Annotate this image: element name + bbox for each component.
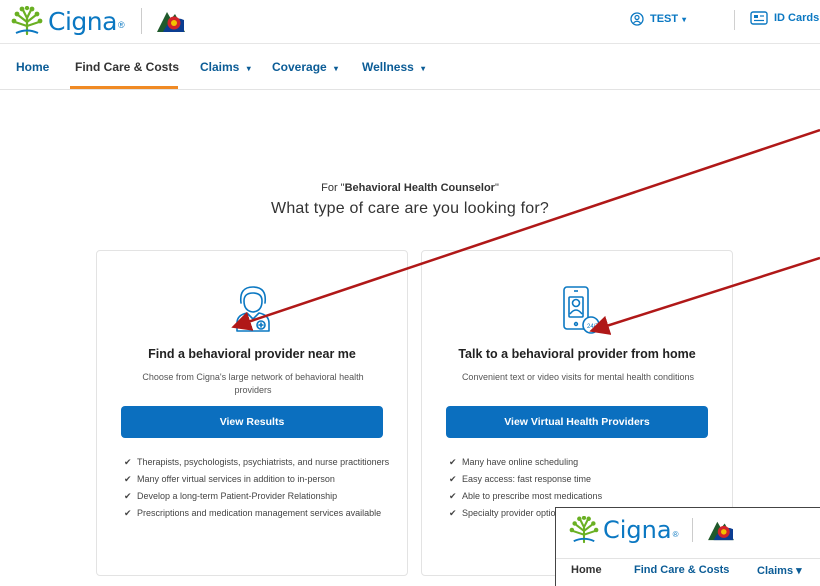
checkmark-icon: ✔ [124,508,132,518]
chevron-down-icon: ▾ [246,64,251,73]
cigna-tree-icon [569,516,599,544]
nav-claims[interactable]: Claims ▾ [200,44,251,90]
nav-home-label: Home [16,60,50,74]
card-title: Talk to a behavioral provider from home [458,347,696,361]
checkmark-icon: ✔ [449,508,457,518]
phone-video-icon: 24/7 [563,286,600,334]
cigna-logo[interactable]: Cigna ® [10,6,188,36]
checkmark-icon: ✔ [124,457,132,467]
list-item: ✔ Develop a long-term Patient-Provider Re… [124,490,394,502]
chevron-down-icon: ▾ [334,64,339,73]
feature-text: Many have online scheduling [462,457,579,467]
search-term-suffix: " [494,182,499,194]
checkmark-icon: ✔ [124,474,132,484]
list-item: ✔ Many offer virtual services in addition… [124,473,394,485]
user-icon [630,12,644,26]
active-tab-indicator [70,86,178,89]
feature-text: Many offer virtual services in addition … [137,474,335,484]
list-item: ✔ Therapists, psychologists, psychiatrist… [124,456,394,468]
list-item: ✔ Prescriptions and medication management… [124,507,394,519]
card-description: Convenient text or video visits for ment… [461,372,695,382]
top-header: Cigna ® TEST ▾ ID Cards [0,0,820,44]
feature-text: Easy access: fast response time [462,474,592,484]
card-title: Find a behavioral provider near me [148,347,356,361]
view-virtual-providers-button[interactable]: View Virtual Health Providers [446,406,708,438]
feature-text: Therapists, psychologists, psychiatrists… [137,457,390,467]
feature-text: Able to prescribe most medications [462,491,603,501]
checkmark-icon: ✔ [124,491,132,501]
feature-list: ✔ Therapists, psychologists, psychiatrist… [124,456,394,524]
search-term: Behavioral Health Counselor [344,182,495,194]
inset-nav-home: Home [571,564,602,576]
id-cards-label: ID Cards [774,12,820,24]
page-question: What type of care are you looking for? [271,200,549,217]
inset-nav-claims: Claims ▾ [757,565,802,577]
inset-screenshot: Cigna ® Home Find Care & Costs Claims ▾ [555,507,820,586]
feature-text: Develop a long-term Patient-Provider Rel… [137,491,338,501]
state-partner-logo-icon [156,12,185,32]
logo-divider [692,518,694,542]
search-term-prefix: For " [321,182,345,194]
nav-wellness[interactable]: Wellness ▾ [362,44,425,90]
doctor-icon [236,286,270,332]
nav-wellness-label: Wellness [362,60,414,74]
svg-text:24/7: 24/7 [587,324,599,330]
nav-home[interactable]: Home [16,44,49,90]
in-person-provider-card: Find a behavioral provider near me Choos… [96,250,408,576]
card-description: Choose from Cigna's large network of beh… [142,372,364,395]
checkmark-icon: ✔ [449,474,457,484]
registered-mark: ® [117,20,125,30]
header-separator [734,10,735,30]
list-item: ✔ Able to prescribe most medications [449,490,719,502]
feature-text: Prescriptions and medication management … [137,508,382,518]
state-partner-logo-icon [708,521,735,541]
list-item: ✔ Many have online scheduling [449,456,719,468]
checkmark-icon: ✔ [449,457,457,467]
inset-nav-find-care: Find Care & Costs [634,564,730,576]
cigna-logo-text: Cigna [603,516,672,544]
id-card-icon [750,11,768,25]
list-item: ✔ Easy access: fast response time [449,473,719,485]
cigna-tree-icon [11,6,43,36]
nav-coverage-label: Coverage [272,60,327,74]
nav-find-care-label: Find Care & Costs [75,60,180,74]
nav-coverage[interactable]: Coverage ▾ [272,44,338,90]
user-menu[interactable]: TEST ▾ [630,12,686,26]
nav-claims-label: Claims [200,60,240,74]
cigna-logo-text: Cigna [48,6,117,36]
search-term-line: For "Behavioral Health Counselor" [0,182,820,194]
chevron-down-icon: ▾ [421,64,426,73]
checkmark-icon: ✔ [449,491,457,501]
registered-mark: ® [672,529,679,539]
view-results-button[interactable]: View Results [121,406,383,438]
chevron-down-icon: ▾ [682,14,687,24]
main-nav: Home Find Care & Costs Claims ▾ Coverage… [0,44,820,90]
id-cards-link[interactable]: ID Cards [750,11,819,25]
nav-find-care-costs[interactable]: Find Care & Costs [75,44,179,90]
logo-divider [140,8,142,34]
inset-divider [556,558,820,559]
user-name: TEST [650,13,679,25]
cigna-logo: Cigna ® [568,516,737,544]
